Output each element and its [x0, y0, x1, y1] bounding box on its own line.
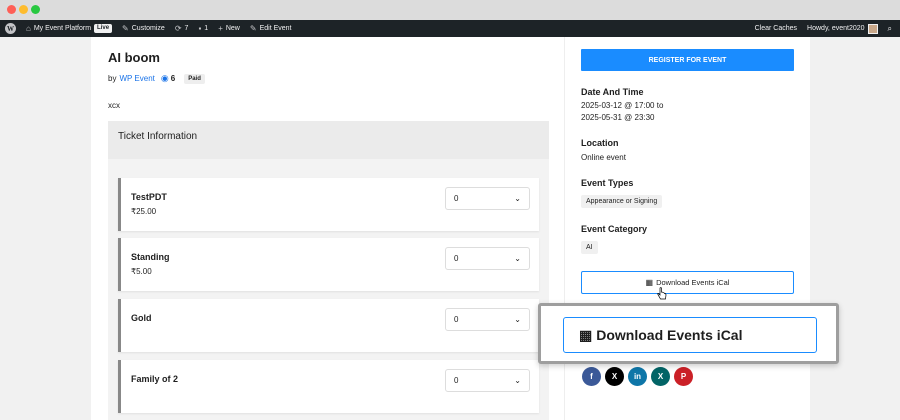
- register-button[interactable]: REGISTER FOR EVENT: [581, 49, 794, 71]
- ical-label: Download Events iCal: [656, 278, 730, 287]
- quantity-select[interactable]: 0 ⌄: [445, 369, 530, 392]
- comment-icon: ▪: [198, 24, 202, 33]
- ticket-name: Standing: [131, 252, 170, 262]
- close-window-button[interactable]: [7, 5, 16, 14]
- date-end: 2025-05-31 @ 23:30: [581, 113, 655, 122]
- ticket-header: Ticket Information: [108, 121, 549, 159]
- edit-event-link[interactable]: ✎ Edit Event: [245, 20, 297, 37]
- ticket-price: ₹25.00: [131, 207, 157, 216]
- ticket-card: Gold 0 ⌄: [118, 299, 539, 352]
- xing-share-icon[interactable]: X: [651, 367, 670, 386]
- quantity-value: 0: [454, 254, 459, 263]
- linkedin-share-icon[interactable]: in: [628, 367, 647, 386]
- live-badge: Live: [94, 24, 113, 33]
- customize-label: Customize: [131, 25, 165, 32]
- views-count: 6: [170, 74, 176, 83]
- home-icon: ⌂: [26, 24, 31, 33]
- ticket-card: Family of 2 0 ⌄: [118, 360, 539, 413]
- event-description: xcx: [108, 101, 120, 110]
- window-titlebar: [0, 0, 900, 20]
- customize-link[interactable]: ✎ Customize: [117, 20, 170, 37]
- facebook-share-icon[interactable]: f: [582, 367, 601, 386]
- social-share-bar: f X in X P: [582, 367, 693, 386]
- pencil-icon: ✎: [249, 24, 257, 33]
- quantity-select[interactable]: 0 ⌄: [445, 308, 530, 331]
- event-title: AI boom: [108, 50, 160, 65]
- refresh-icon: ⟳: [174, 24, 182, 33]
- pinterest-share-icon[interactable]: P: [674, 367, 693, 386]
- new-content-menu[interactable]: + New: [213, 20, 245, 37]
- comments-count: 1: [204, 25, 209, 32]
- wp-admin-bar: W ⌂ My Event Platform Live ✎ Customize ⟳…: [0, 20, 900, 37]
- ticket-card: Standing ₹5.00 0 ⌄: [118, 238, 539, 291]
- quantity-value: 0: [454, 194, 459, 203]
- comments-link[interactable]: ▪ 1: [193, 20, 213, 37]
- ticket-name: TestPDT: [131, 192, 167, 202]
- clear-caches-label: Clear Caches: [754, 25, 798, 32]
- chevron-down-icon: ⌄: [514, 376, 521, 385]
- ticket-name: Gold: [131, 313, 152, 323]
- event-category-chip[interactable]: AI: [581, 241, 598, 254]
- download-ical-button[interactable]: ▦ Download Events iCal: [581, 271, 794, 294]
- eye-icon: ◉: [160, 73, 169, 83]
- calendar-icon: ▦: [645, 278, 654, 287]
- quantity-value: 0: [454, 376, 459, 385]
- updates-link[interactable]: ⟳ 7: [170, 20, 194, 37]
- edit-event-label: Edit Event: [259, 25, 292, 32]
- ticket-name: Family of 2: [131, 374, 179, 384]
- types-heading: Event Types: [581, 178, 634, 188]
- location-heading: Location: [581, 138, 619, 148]
- minimize-window-button[interactable]: [19, 5, 28, 14]
- howdy-label: Howdy, event2020: [807, 25, 865, 32]
- by-label: by: [108, 74, 117, 83]
- date-start: 2025-03-12 @ 17:00 to: [581, 101, 664, 110]
- ical-label-zoomed: Download Events iCal: [596, 327, 743, 343]
- calendar-icon: ▦: [579, 326, 593, 343]
- quantity-value: 0: [454, 315, 459, 324]
- site-name-menu[interactable]: ⌂ My Event Platform Live: [21, 20, 117, 37]
- clear-caches-link[interactable]: Clear Caches: [750, 20, 802, 37]
- ticket-panel: Ticket Information TestPDT ₹25.00 0 ⌄ St…: [108, 121, 549, 420]
- chevron-down-icon: ⌄: [514, 315, 521, 324]
- brush-icon: ✎: [122, 24, 129, 33]
- location-value: Online event: [581, 153, 626, 162]
- new-label: New: [225, 25, 240, 32]
- chevron-down-icon: ⌄: [514, 254, 521, 263]
- wp-logo-menu[interactable]: W: [0, 20, 21, 37]
- quantity-select[interactable]: 0 ⌄: [445, 247, 530, 270]
- event-type-chip[interactable]: Appearance or Signing: [581, 195, 663, 208]
- chevron-down-icon: ⌄: [514, 194, 521, 203]
- category-heading: Event Category: [581, 224, 648, 234]
- avatar: [867, 23, 878, 34]
- maximize-window-button[interactable]: [31, 5, 40, 14]
- updates-count: 7: [184, 25, 189, 32]
- site-name: My Event Platform: [33, 25, 92, 32]
- x-share-icon[interactable]: X: [605, 367, 624, 386]
- ticket-price: ₹5.00: [131, 267, 152, 276]
- zoom-callout: ▦ Download Events iCal: [538, 303, 839, 364]
- search-button[interactable]: ⌕: [883, 20, 900, 37]
- quantity-select[interactable]: 0 ⌄: [445, 187, 530, 210]
- author-link[interactable]: WP Event: [119, 74, 154, 83]
- search-icon: ⌕: [887, 23, 892, 33]
- plus-icon: +: [218, 24, 223, 33]
- hand-pointer-icon: [657, 287, 667, 300]
- wordpress-icon: W: [5, 23, 16, 34]
- ticket-card: TestPDT ₹25.00 0 ⌄: [118, 178, 539, 231]
- event-meta: by WP Event ◉ 6 Paid: [108, 73, 205, 84]
- my-account-menu[interactable]: Howdy, event2020: [802, 20, 882, 37]
- paid-badge: Paid: [184, 73, 205, 84]
- date-heading: Date And Time: [581, 87, 644, 97]
- download-ical-button-zoomed[interactable]: ▦ Download Events iCal: [563, 317, 817, 353]
